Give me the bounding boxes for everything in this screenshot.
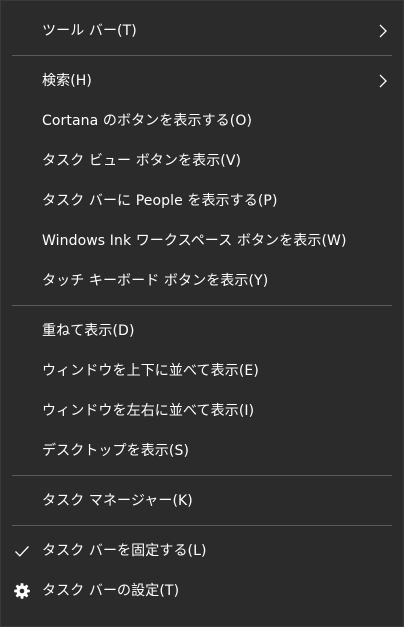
menu-item-label: タスク バーに People を表示する(P) — [42, 193, 278, 209]
menu-item-label: タスク マネージャー(K) — [42, 493, 193, 509]
menu-separator — [12, 525, 392, 526]
menu-item-label: タスク バーを固定する(L) — [42, 543, 207, 559]
chevron-right-icon — [379, 24, 387, 38]
menu-item-label: デスクトップを表示(S) — [42, 443, 190, 459]
menu-item-label: タスク ビュー ボタンを表示(V) — [42, 153, 242, 169]
menu-separator — [12, 55, 392, 56]
menu-item-label: ウィンドウを上下に並べて表示(E) — [42, 363, 259, 379]
menu-item-label: タッチ キーボード ボタンを表示(Y) — [42, 273, 269, 289]
menu-item-search[interactable]: 検索(H) — [1, 61, 403, 101]
menu-item-task-manager[interactable]: タスク マネージャー(K) — [1, 481, 403, 521]
menu-item-side-by-side[interactable]: ウィンドウを左右に並べて表示(I) — [1, 391, 403, 431]
menu-item-label: ウィンドウを左右に並べて表示(I) — [42, 403, 255, 419]
menu-item-cascade[interactable]: 重ねて表示(D) — [1, 311, 403, 351]
menu-item-taskbar-settings[interactable]: タスク バーの設定(T) — [1, 571, 403, 611]
checkmark-icon — [15, 546, 29, 557]
menu-item-touch-keyboard[interactable]: タッチ キーボード ボタンを表示(Y) — [1, 261, 403, 301]
menu-item-label: Cortana のボタンを表示する(O) — [42, 113, 253, 129]
menu-separator — [12, 475, 392, 476]
menu-separator — [12, 305, 392, 306]
chevron-right-icon — [379, 74, 387, 88]
menu-item-windows-ink[interactable]: Windows Ink ワークスペース ボタンを表示(W) — [1, 221, 403, 261]
menu-item-label: 検索(H) — [42, 73, 92, 89]
menu-item-show-desktop[interactable]: デスクトップを表示(S) — [1, 431, 403, 471]
menu-item-label: 重ねて表示(D) — [42, 323, 135, 339]
menu-item-cortana[interactable]: Cortana のボタンを表示する(O) — [1, 101, 403, 141]
gear-icon — [14, 583, 30, 599]
menu-item-task-view[interactable]: タスク ビュー ボタンを表示(V) — [1, 141, 403, 181]
menu-item-people[interactable]: タスク バーに People を表示する(P) — [1, 181, 403, 221]
menu-item-label: タスク バーの設定(T) — [42, 583, 180, 599]
menu-item-show-stacked[interactable]: ウィンドウを上下に並べて表示(E) — [1, 351, 403, 391]
menu-item-lock-taskbar[interactable]: タスク バーを固定する(L) — [1, 531, 403, 571]
menu-item-label: ツール バー(T) — [42, 23, 137, 39]
taskbar-context-menu: ツール バー(T) 検索(H) Cortana のボタンを表示する(O) タスク… — [0, 0, 404, 627]
menu-item-toolbar[interactable]: ツール バー(T) — [1, 11, 403, 51]
menu-item-label: Windows Ink ワークスペース ボタンを表示(W) — [42, 233, 347, 249]
